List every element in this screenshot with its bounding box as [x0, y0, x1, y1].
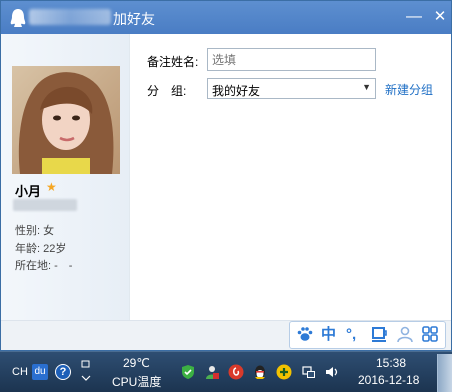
- ime-settings-icon[interactable]: [80, 358, 92, 386]
- window-title: 加好友: [113, 11, 155, 27]
- paw-icon[interactable]: [296, 325, 314, 349]
- baidu-ime-icon[interactable]: du: [32, 364, 48, 380]
- group-label: 分 组:: [147, 84, 187, 98]
- group-select[interactable]: 我的好友 ▼: [207, 78, 376, 99]
- taskbar: CH du ? 29℃ CPU温度 15:38 2016-12-18: [0, 351, 452, 392]
- user-security-icon[interactable]: [204, 364, 220, 380]
- language-indicator[interactable]: CH: [12, 366, 28, 378]
- remark-name-input[interactable]: [207, 48, 376, 71]
- cpu-temperature-value: 29℃: [123, 356, 150, 370]
- network-icon[interactable]: [301, 364, 317, 380]
- shield-icon[interactable]: [180, 364, 196, 380]
- plus-service-icon[interactable]: [276, 364, 292, 380]
- location-info: 所在地: - -: [15, 260, 73, 272]
- nickname: 小月: [15, 184, 42, 199]
- avatar-photo: [12, 66, 120, 174]
- qq-penguin-icon[interactable]: [252, 364, 268, 380]
- ime-mode-button[interactable]: 中: [321, 325, 336, 345]
- netease-music-icon[interactable]: [228, 364, 244, 380]
- title-bar[interactable]: 加好友 — ✕: [1, 1, 451, 34]
- grid-icon[interactable]: [421, 325, 439, 349]
- ime-toolbar: 中 °,: [289, 321, 446, 349]
- cpu-temperature-label: CPU温度: [112, 375, 162, 389]
- add-friend-dialog: 加好友 — ✕ 小月 ★ 性别: 女 年龄: 22岁 所在地: - - 备注姓名…: [0, 0, 452, 351]
- chevron-down-icon: ▼: [362, 82, 371, 92]
- star-icon: ★: [46, 180, 57, 194]
- person-icon[interactable]: [396, 325, 414, 349]
- remark-name-label: 备注姓名:: [147, 55, 199, 69]
- clock-time[interactable]: 15:38: [376, 356, 406, 370]
- show-desktop-button[interactable]: [437, 354, 452, 392]
- minimize-button[interactable]: —: [403, 6, 425, 28]
- blurred-title-prefix: [29, 9, 111, 25]
- volume-icon[interactable]: [324, 364, 340, 380]
- help-icon[interactable]: ?: [55, 364, 71, 380]
- close-button[interactable]: ✕: [429, 6, 451, 28]
- blurred-account-number: [13, 199, 77, 211]
- cup-icon[interactable]: [371, 325, 389, 349]
- profile-panel: 小月 ★ 性别: 女 年龄: 22岁 所在地: - -: [1, 34, 130, 320]
- avatar[interactable]: [12, 66, 120, 174]
- qq-logo-icon: [10, 9, 26, 27]
- new-group-link[interactable]: 新建分组: [385, 81, 433, 98]
- age-info: 年龄: 22岁: [15, 243, 67, 255]
- ime-punctuation-button[interactable]: °,: [346, 325, 356, 345]
- group-select-value: 我的好友: [212, 84, 261, 98]
- gender-info: 性别: 女: [15, 225, 55, 237]
- clock-date[interactable]: 2016-12-18: [358, 373, 419, 387]
